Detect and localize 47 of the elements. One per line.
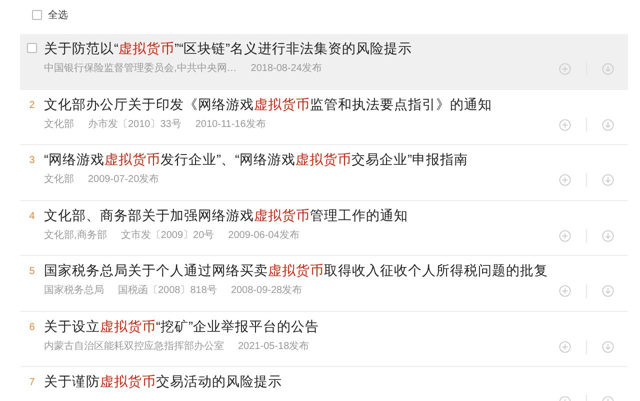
result-meta: 2009-06-04发布	[228, 228, 300, 242]
result-meta: 文化部	[44, 118, 74, 132]
select-all-label[interactable]: 全选	[48, 8, 68, 22]
result-title[interactable]: 文化部办公厅关于印发《网络游戏虚拟货币监管和执法要点指引》的通知	[44, 94, 492, 114]
checkbox[interactable]	[27, 43, 37, 53]
row-number: 5	[29, 265, 35, 279]
result-meta: 2010-11-16发布	[195, 118, 266, 132]
add-icon[interactable]	[559, 63, 571, 75]
result-meta: 2009-07-20发布	[88, 173, 160, 187]
result-meta: 中国银行保险监督管理委员会,中共中央网…	[44, 62, 237, 76]
row-number: 3	[29, 154, 35, 168]
result-meta: 文化部	[44, 173, 74, 187]
result-title[interactable]: 国家税务总局关于个人通过网络买卖虚拟货币取得收入征收个人所得税问题的批复	[44, 261, 548, 281]
result-meta: 2021-05-18发布	[238, 340, 310, 354]
add-icon[interactable]	[559, 340, 571, 352]
download-icon[interactable]	[602, 118, 614, 130]
add-icon[interactable]	[559, 230, 571, 242]
result-meta: 内蒙古自治区能耗双控应急指挥部办公室	[44, 340, 224, 354]
row-number: 7	[29, 376, 35, 390]
result-title[interactable]: “网络游戏虚拟货币发行企业”、“网络游戏虚拟货币交易企业”申报指南	[44, 150, 468, 170]
result-row[interactable]: 4 文化部、商务部关于加强网络游戏虚拟货币管理工作的通知 文化部,商务部 文市发〔2009〕20号 2009-06-04发布	[20, 200, 628, 256]
result-meta: 文市发〔2009〕20号	[120, 228, 214, 242]
result-title[interactable]: 关于谨防虚拟货币交易活动的风险提示	[44, 372, 282, 392]
result-meta: 2018-08-24发布	[250, 62, 322, 76]
checkbox[interactable]	[32, 10, 42, 20]
add-icon[interactable]	[559, 174, 571, 186]
result-meta: 文化部,商务部	[44, 228, 107, 242]
add-icon[interactable]	[559, 285, 571, 297]
result-meta: 国家税务总局	[44, 284, 104, 298]
add-icon[interactable]	[559, 118, 571, 130]
result-meta: 办市发〔2010〕33号	[88, 118, 182, 132]
download-icon[interactable]	[602, 174, 614, 186]
download-icon[interactable]	[602, 340, 614, 352]
row-number: 4	[29, 210, 35, 224]
result-title[interactable]: 文化部、商务部关于加强网络游戏虚拟货币管理工作的通知	[44, 206, 408, 226]
result-meta: 2008-09-28发布	[230, 284, 302, 298]
result-title[interactable]: 关于设立虚拟货币“挖矿”企业举报平台的公告	[44, 316, 319, 336]
result-row[interactable]: 关于防范以“虚拟货币”“区块链”名义进行非法集资的风险提示 中国银行保险监督管理委员会,中共中央网… 2018-08-24发布	[20, 34, 628, 90]
download-icon[interactable]	[602, 285, 614, 297]
result-row[interactable]: 2 文化部办公厅关于印发《网络游戏虚拟货币监管和执法要点指引》的通知 文化部 办市发〔2010〕33号 2010-11-16发布	[20, 90, 628, 145]
download-icon[interactable]	[602, 63, 614, 75]
row-number: 2	[29, 98, 35, 112]
result-meta: 国税函〔2008〕818号	[118, 284, 217, 298]
result-row[interactable]: 6 关于设立虚拟货币“挖矿”企业举报平台的公告 内蒙古自治区能耗双控应急指挥部办公室 2021-05-18发布	[20, 312, 628, 367]
row-number: 6	[29, 320, 35, 334]
download-icon[interactable]	[602, 230, 614, 242]
result-title[interactable]: 关于防范以“虚拟货币”“区块链”名义进行非法集资的风险提示	[44, 39, 412, 59]
